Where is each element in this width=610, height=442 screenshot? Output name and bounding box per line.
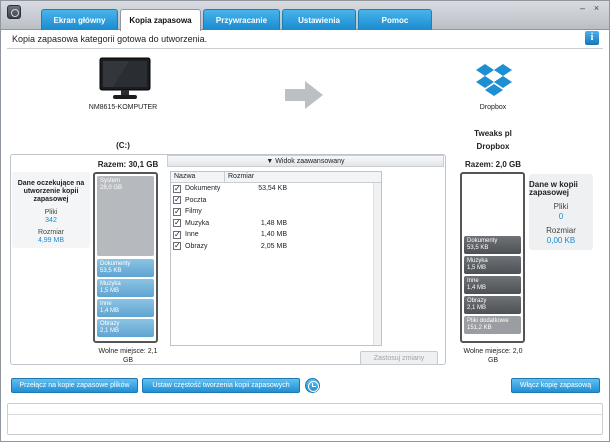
enable-backup-button[interactable]: Włącz kopię zapasową — [511, 378, 600, 393]
dest-segment-pictures[interactable]: Obrazy 2,1 MB — [464, 296, 521, 314]
destination-free-space: Wolne miejsce: 2,0 GB — [463, 348, 523, 364]
pending-files-label: Pliki — [44, 209, 58, 216]
checkbox-movies[interactable] — [173, 207, 181, 216]
tab-backup[interactable]: Kopia zapasowa — [120, 9, 201, 31]
table-scrollbar[interactable] — [373, 183, 381, 345]
switch-to-file-backup-button[interactable]: Przełącz na kopie zapasowe plików — [11, 378, 138, 393]
window-controls: – × — [577, 3, 602, 14]
checkbox-pictures[interactable] — [173, 241, 181, 251]
pending-title: Dane oczekujące na utworzenie kopii zapa… — [17, 180, 85, 203]
destination-storage-bar: Dokumenty 53,5 KB Muzyka 1,5 MB Inne 1,4… — [460, 172, 525, 343]
pending-size-label: Rozmiar — [37, 229, 65, 236]
computer-monitor-icon — [99, 57, 151, 99]
source-drive-label: (C:) — [116, 141, 130, 150]
segment-other[interactable]: Inne 1,4 MB — [97, 299, 154, 317]
table-row: Inne 1,40 MB — [171, 229, 381, 241]
dest-segment-music[interactable]: Muzyka 1,5 MB — [464, 256, 521, 274]
table-row: Filmy — [171, 206, 381, 218]
destination-service-label: Dropbox — [479, 104, 507, 111]
backed-up-size-value: 0,00 KB — [546, 236, 576, 245]
checkbox-mail[interactable] — [173, 195, 181, 205]
backed-up-files-value: 0 — [558, 212, 564, 221]
checkbox-other[interactable] — [173, 230, 181, 239]
pending-size-value: 4,99 MB — [37, 237, 65, 244]
table-row: Poczta — [171, 195, 381, 207]
table-row: Obrazy 2,05 MB — [171, 241, 381, 253]
checkbox-documents[interactable] — [173, 184, 181, 193]
source-free-space: Wolne miejsce: 2,1 GB — [98, 348, 158, 364]
progress-area — [7, 403, 603, 435]
apply-changes-button[interactable]: Zastosuj zmiany — [360, 351, 438, 365]
source-total: Razem: 30,1 GB — [97, 160, 159, 169]
arrow-right-icon — [285, 81, 323, 109]
tab-settings[interactable]: Ustawienia — [282, 9, 356, 30]
segment-music[interactable]: Muzyka 1,5 MB — [97, 279, 154, 297]
minimize-button[interactable]: – — [577, 3, 588, 14]
destination-total: Razem: 2,0 GB — [464, 160, 522, 169]
checkbox-music[interactable] — [173, 218, 181, 228]
dropbox-icon — [476, 64, 512, 96]
main-tabs: Ekran główny Kopia zapasowa Przywracanie… — [41, 9, 432, 31]
source-storage-bar: System 28,0 GB Dokumenty 53,5 KB Muzyka … — [93, 172, 158, 343]
pending-files-value: 342 — [45, 217, 57, 224]
status-message: Kopia zapasowa kategorii gotowa do utwor… — [12, 34, 208, 44]
segment-documents[interactable]: Dokumenty 53,5 KB — [97, 259, 154, 277]
category-table: Nazwa Rozmiar Dokumenty 53,54 KB Poczta … — [170, 171, 382, 346]
backed-up-size-label: Rozmiar — [546, 226, 576, 235]
pending-data-box: Dane oczekujące na utworzenie kopii zapa… — [12, 172, 90, 248]
backed-up-data-box: Dane w kopii zapasowej Pliki 0 Rozmiar 0… — [529, 174, 593, 250]
close-button[interactable]: × — [591, 3, 602, 14]
advanced-view-toggle[interactable]: ▼ Widok zaawansowany — [167, 155, 444, 167]
backed-up-title: Dane w kopii zapasowej — [529, 180, 578, 197]
set-backup-frequency-button[interactable]: Ustaw częstość tworzenia kopii zapasowyc… — [142, 378, 300, 393]
segment-pictures[interactable]: Obrazy 2,1 MB — [97, 319, 154, 337]
app-logo-icon — [7, 5, 21, 19]
computer-name: NM8615-KOMPUTER — [88, 104, 158, 111]
title-bar: Ekran główny Kopia zapasowa Przywracanie… — [0, 0, 610, 31]
tab-restore[interactable]: Przywracanie — [203, 9, 280, 30]
column-name[interactable]: Nazwa — [171, 172, 225, 182]
table-row: Dokumenty 53,54 KB — [171, 183, 381, 195]
destination-name: Tweaks pl Dropbox — [474, 129, 512, 151]
tab-home[interactable]: Ekran główny — [41, 9, 118, 30]
divider — [7, 48, 603, 49]
dest-segment-extra-files[interactable]: Pliki dodatkowe 151,2 KB — [464, 316, 521, 334]
tab-help[interactable]: Pomoc — [358, 9, 432, 30]
dest-segment-other[interactable]: Inne 1,4 MB — [464, 276, 521, 294]
table-row: Muzyka 1,48 MB — [171, 218, 381, 230]
destination-empty-space — [464, 176, 521, 236]
dest-segment-documents[interactable]: Dokumenty 53,5 KB — [464, 236, 521, 254]
backed-up-files-label: Pliki — [553, 202, 569, 211]
info-icon[interactable]: i — [585, 31, 599, 45]
table-header: Nazwa Rozmiar — [171, 172, 381, 183]
column-size[interactable]: Rozmiar — [225, 172, 254, 182]
clock-icon[interactable] — [305, 378, 320, 393]
segment-system: System 28,0 GB — [97, 176, 154, 256]
